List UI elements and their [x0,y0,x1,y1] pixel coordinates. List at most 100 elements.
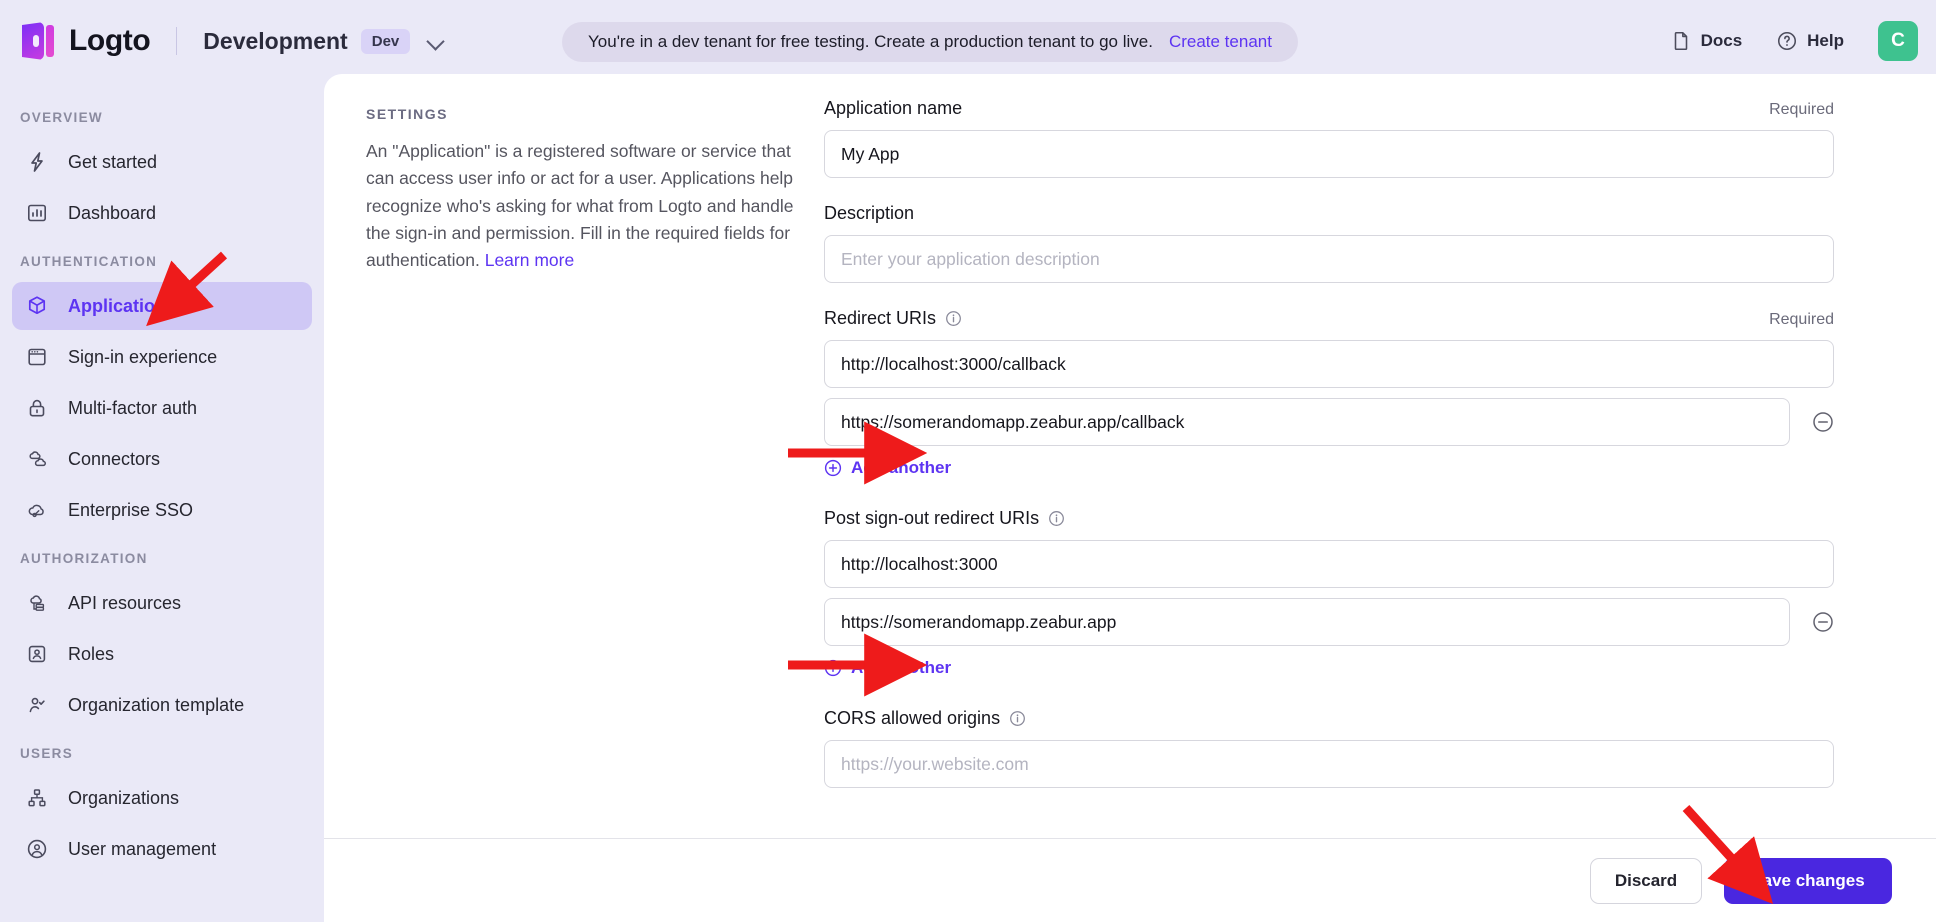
sidebar-item-api-resources[interactable]: API resources [12,579,312,627]
sidebar-item-roles[interactable]: Roles [12,630,312,678]
application-name-label: Application name [824,98,963,118]
avatar[interactable]: C [1878,21,1918,61]
redirect-uris-block: Redirect URIs Required http://localhost:… [824,308,1834,482]
org-hierarchy-icon [24,785,50,811]
sidebar-item-label: Dashboard [68,202,157,223]
sidebar-item-label: Roles [68,643,115,664]
description-block: Description Enter your application descr… [824,203,1834,283]
sidebar-item-organizations[interactable]: Organizations [12,774,312,822]
browser-window-icon [24,344,50,370]
description-input[interactable]: Enter your application description [824,235,1834,283]
redirect-uris-add-another-button[interactable]: Add another [824,458,951,478]
user-check-icon [24,692,50,718]
sidebar-item-label: Applications [68,295,177,316]
info-circle-icon[interactable] [1009,710,1026,727]
api-resource-icon [24,590,50,616]
sidebar-item-label: API resources [68,592,182,613]
save-changes-button[interactable]: Save changes [1724,857,1892,904]
sidebar-group-authorization: Authorization [20,551,148,566]
cors-allowed-origins-label: CORS allowed origins [824,708,1026,729]
sidebar-item-label: Connectors [68,448,161,469]
logto-logo-icon [22,22,56,60]
redirect-uris-label: Redirect URIs [824,308,962,329]
tenant-name: Development [203,27,348,54]
sidebar-item-connectors[interactable]: Connectors [12,435,312,483]
description-label: Description [824,203,915,223]
sidebar-item-organization-template[interactable]: Organization template [12,681,312,729]
lightning-bolt-icon [24,149,50,175]
top-header-bar: Logto Development Dev You're in a dev te… [0,0,1936,82]
application-name-required: Required [1769,101,1834,118]
sidebar-item-user-management[interactable]: User management [12,825,312,873]
sidebar-item-applications[interactable]: Applications [12,282,312,330]
dev-tenant-banner-text: You're in a dev tenant for free testing.… [588,32,1153,51]
plus-circle-icon [824,459,842,477]
redirect-uri-input-1[interactable]: http://localhost:3000/callback [824,340,1834,388]
question-circle-icon [1778,31,1797,51]
docs-label: Docs [1700,31,1743,50]
discard-button[interactable]: Discard [1590,857,1702,904]
post-signout-uri-input-2[interactable]: https://somerandomapp.zeabur.app [824,598,1790,646]
cors-allowed-origins-block: CORS allowed origins https://your.websit… [824,708,1834,788]
bar-chart-icon [24,200,50,226]
brand[interactable]: Logto [22,22,151,60]
role-badge-icon [24,641,50,667]
tenant-selector[interactable]: Development Dev [203,28,444,55]
sidebar-item-label: Organization template [68,694,245,715]
post-signout-redirect-uris-label: Post sign-out redirect URIs [824,508,1065,529]
sidebar-item-sign-in-experience[interactable]: Sign-in experience [12,333,312,381]
redirect-uris-required: Required [1769,311,1834,328]
redirect-uri-row-1: http://localhost:3000/callback [824,340,1834,388]
dev-tenant-banner: You're in a dev tenant for free testing.… [562,22,1298,62]
minus-circle-icon[interactable] [1812,611,1834,633]
sidebar-item-dashboard[interactable]: Dashboard [12,189,312,237]
logto-admin-console: Logto Development Dev You're in a dev te… [0,0,1936,922]
post-signout-redirect-uris-block: Post sign-out redirect URIs http://local… [824,508,1834,682]
application-name-block: Application name Required My App [824,98,1834,178]
header-actions: Docs Help C [1636,0,1918,82]
document-icon [1674,31,1687,51]
form-action-bar: Discard Save changes [324,838,1936,922]
info-circle-icon[interactable] [1048,510,1065,527]
help-button[interactable]: Help [1776,30,1844,52]
docs-button[interactable]: Docs [1670,30,1743,52]
minus-circle-icon[interactable] [1812,411,1834,433]
settings-description-text: An "Application" is a registered softwar… [366,138,806,274]
cors-label-text: CORS allowed origins [824,708,1001,728]
learn-more-link[interactable]: Learn more [485,250,575,270]
tenant-dev-badge: Dev [360,28,411,54]
sidebar: Overview Get started Dashboard Authentic… [0,82,324,922]
settings-description-panel: SETTINGS An "Application" is a registere… [366,106,806,274]
post-signout-add-another-button[interactable]: Add another [824,658,951,678]
sidebar-item-label: User management [68,838,217,859]
sidebar-item-label: Enterprise SSO [68,499,194,520]
sidebar-item-enterprise-sso[interactable]: Enterprise SSO [12,486,312,534]
connectors-icon [24,446,50,472]
post-signout-uri-input-1[interactable]: http://localhost:3000 [824,540,1834,588]
redirect-uri-row-2: https://somerandomapp.zeabur.app/callbac… [824,398,1834,446]
info-circle-icon[interactable] [945,310,962,327]
main-content-panel: SETTINGS An "Application" is a registere… [324,74,1936,922]
help-label: Help [1807,31,1844,50]
settings-kicker: SETTINGS [366,106,449,122]
cors-allowed-origins-input[interactable]: https://your.website.com [824,740,1834,788]
sidebar-group-authentication: Authentication [20,254,158,269]
lock-icon [24,395,50,421]
application-name-input[interactable]: My App [824,130,1834,178]
sidebar-item-label: Sign-in experience [68,346,218,367]
brand-name: Logto [69,24,151,57]
header-divider [176,27,178,55]
create-tenant-link[interactable]: Create tenant [1169,32,1272,52]
redirect-uris-label-text: Redirect URIs [824,308,937,328]
sidebar-group-users: Users [20,746,74,761]
sidebar-item-label: Multi-factor auth [68,397,198,418]
chevron-down-icon[interactable] [428,33,444,49]
plus-circle-icon [824,659,842,677]
sidebar-item-label: Organizations [68,787,180,808]
post-signout-uri-row-1: http://localhost:3000 [824,540,1834,588]
sidebar-item-get-started[interactable]: Get started [12,138,312,186]
redirect-uri-input-2[interactable]: https://somerandomapp.zeabur.app/callbac… [824,398,1790,446]
post-signout-uri-row-2: https://somerandomapp.zeabur.app [824,598,1834,646]
sidebar-group-overview: Overview [20,110,103,125]
sidebar-item-multi-factor-auth[interactable]: Multi-factor auth [12,384,312,432]
